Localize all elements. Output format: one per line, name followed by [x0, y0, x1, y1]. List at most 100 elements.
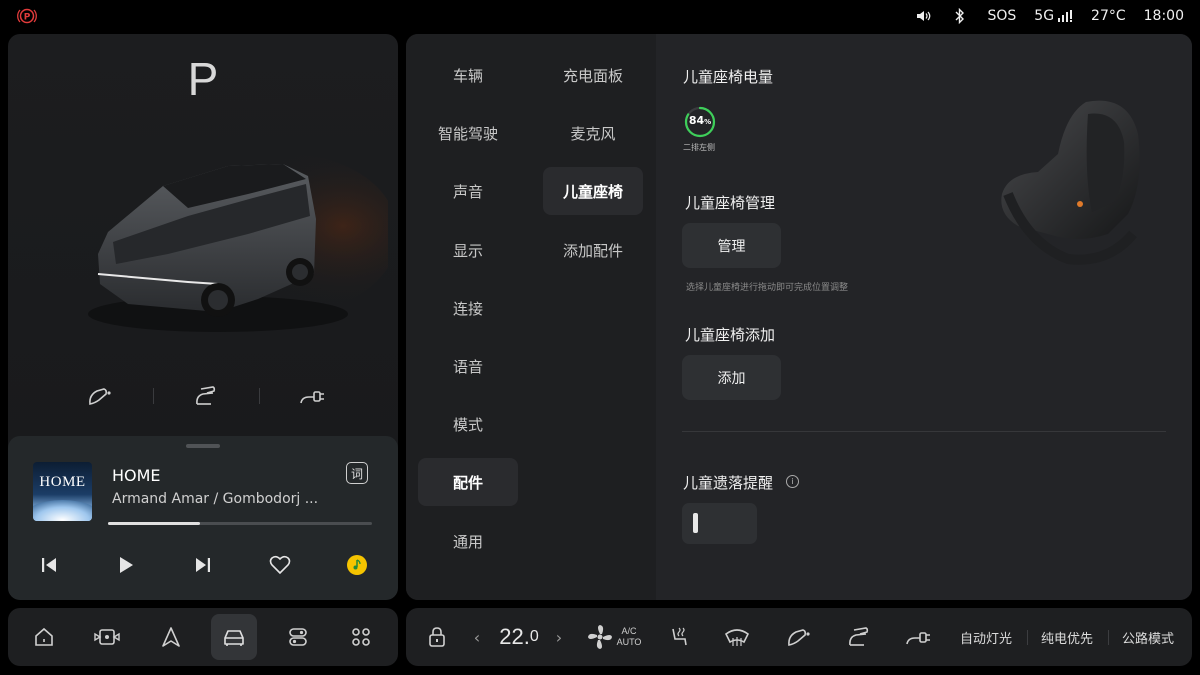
- charging-plug-icon: [906, 632, 930, 645]
- manage-title: 儿童座椅管理: [685, 194, 776, 212]
- nav-sound[interactable]: 声音: [418, 167, 518, 215]
- svg-text:P: P: [24, 13, 31, 23]
- home-icon: [35, 627, 53, 646]
- charge-port-icon: [788, 629, 810, 646]
- camera-view-icon: [94, 629, 120, 645]
- temp-increase-button[interactable]: ›: [552, 608, 566, 666]
- ac-auto-button[interactable]: A/C AUTO: [584, 608, 644, 666]
- previous-track-button[interactable]: [36, 552, 62, 578]
- divider: [1027, 630, 1028, 645]
- subnav-charging-panel[interactable]: 充电面板: [543, 51, 643, 99]
- track-artist: Armand Amar / Gombodorj ...: [112, 491, 319, 507]
- vehicle-panel: P HOME HOME Armand Amar / Gombodorj ... …: [8, 34, 398, 600]
- tailgate-icon[interactable]: [192, 382, 220, 410]
- info-icon[interactable]: i: [786, 475, 799, 488]
- progress-fill: [108, 522, 201, 525]
- lock-button[interactable]: [424, 608, 450, 666]
- nav-accessories[interactable]: 配件: [418, 458, 518, 506]
- divider: [152, 388, 154, 404]
- nav-connection[interactable]: 连接: [418, 284, 518, 332]
- music-app-icon: [347, 555, 367, 575]
- status-bar: P SOS 5G 27°C 18:00: [0, 0, 1200, 32]
- divider: [1108, 630, 1109, 645]
- volume-icon[interactable]: [915, 8, 933, 24]
- drag-handle[interactable]: [186, 444, 220, 448]
- bluetooth-icon[interactable]: [951, 8, 969, 24]
- camera-button[interactable]: [84, 614, 130, 660]
- manage-button[interactable]: 管理: [682, 223, 781, 268]
- playback-controls: [36, 550, 370, 580]
- temp-decrease-button[interactable]: ‹: [470, 608, 484, 666]
- battery-title: 儿童座椅电量: [683, 68, 774, 86]
- play-button[interactable]: [113, 552, 139, 578]
- earth-graphic: [33, 500, 92, 521]
- track-title: HOME: [112, 466, 161, 485]
- favorite-button[interactable]: [267, 552, 293, 578]
- nav-general[interactable]: 通用: [418, 517, 518, 565]
- settings-panel: 车辆 智能驾驶 声音 显示 连接 语音 模式 配件 通用 充电面板 麦克风 儿童…: [406, 34, 1192, 600]
- app-dock: [8, 608, 398, 666]
- tailgate-button[interactable]: [844, 608, 874, 666]
- nav-voice[interactable]: 语音: [418, 342, 518, 390]
- sos-label[interactable]: SOS: [987, 8, 1016, 24]
- app-grid-icon: [352, 628, 370, 646]
- charge-port-button[interactable]: [784, 608, 814, 666]
- auto-label: AUTO: [616, 637, 642, 647]
- battery-seat-position: 二排左侧: [683, 143, 715, 152]
- ac-label: A/C: [621, 626, 637, 636]
- playback-progress[interactable]: [108, 522, 372, 525]
- climate-bar: ‹ 22. 0 › A/C AUTO 自动灯光 纯电优先 公路模式: [406, 608, 1192, 666]
- nav-display[interactable]: 显示: [418, 226, 518, 274]
- charging-plug-button[interactable]: [902, 608, 934, 666]
- apps-button[interactable]: [338, 614, 384, 660]
- nav-vehicle[interactable]: 车辆: [418, 51, 518, 99]
- vehicle-3d-view[interactable]: [68, 124, 388, 364]
- section-divider: [682, 431, 1166, 432]
- clock: 18:00: [1143, 8, 1184, 24]
- music-app-button[interactable]: [344, 552, 370, 578]
- home-button[interactable]: [21, 614, 67, 660]
- nav-smart-driving[interactable]: 智能驾驶: [418, 109, 518, 157]
- subnav-microphone[interactable]: 麦克风: [543, 109, 643, 157]
- album-art[interactable]: HOME: [33, 462, 92, 521]
- toggle-controls-icon: [289, 628, 307, 646]
- charging-plug-icon[interactable]: [298, 382, 326, 410]
- defrost-button[interactable]: [722, 608, 752, 666]
- parking-brake-icon: P: [17, 8, 37, 24]
- subnav-child-seat[interactable]: 儿童座椅: [543, 167, 643, 215]
- left-behind-title: 儿童遗落提醒: [683, 474, 774, 492]
- charge-port-icon[interactable]: [86, 382, 114, 410]
- manage-hint: 选择儿童座椅进行拖动即可完成位置调整: [686, 283, 849, 293]
- temp-integer: 22.: [499, 624, 530, 649]
- highway-mode-button[interactable]: 公路模式: [1118, 608, 1178, 666]
- network-label: 5G: [1034, 8, 1055, 24]
- lyrics-button[interactable]: 词: [346, 462, 368, 484]
- signal-icon: [1058, 10, 1073, 22]
- battery-unit: %: [704, 118, 712, 126]
- temp-decimal: 0: [529, 628, 539, 645]
- next-track-button[interactable]: [190, 552, 216, 578]
- battery-number: 84: [688, 114, 705, 127]
- toggle-knob: [693, 513, 698, 533]
- media-player: HOME HOME Armand Amar / Gombodorj ... 词: [8, 436, 398, 600]
- child-seat-content: 儿童座椅电量 84% 二排左侧 儿童座椅管理 管理 选择儿童座椅进行拖动即可完成…: [656, 34, 1192, 600]
- seat-heating-button[interactable]: [664, 608, 694, 666]
- lock-icon: [429, 627, 445, 647]
- seat-heat-icon: [672, 627, 687, 646]
- auto-lights-button[interactable]: 自动灯光: [956, 608, 1016, 666]
- subnav-add-accessory[interactable]: 添加配件: [543, 226, 643, 274]
- navigation-icon: [162, 627, 180, 647]
- add-button[interactable]: 添加: [682, 355, 781, 400]
- divider: [258, 388, 260, 404]
- ev-priority-button[interactable]: 纯电优先: [1037, 608, 1097, 666]
- nav-mode[interactable]: 模式: [418, 400, 518, 448]
- cabin-temperature[interactable]: 22. 0: [494, 608, 544, 666]
- battery-value: 84%: [684, 114, 716, 127]
- child-seat-image: [1001, 100, 1140, 265]
- left-behind-toggle[interactable]: [682, 503, 757, 544]
- controls-button[interactable]: [275, 614, 321, 660]
- album-art-title: HOME: [39, 474, 86, 490]
- vehicle-button[interactable]: [211, 614, 257, 660]
- navigation-button[interactable]: [148, 614, 194, 660]
- defrost-icon: [724, 629, 750, 646]
